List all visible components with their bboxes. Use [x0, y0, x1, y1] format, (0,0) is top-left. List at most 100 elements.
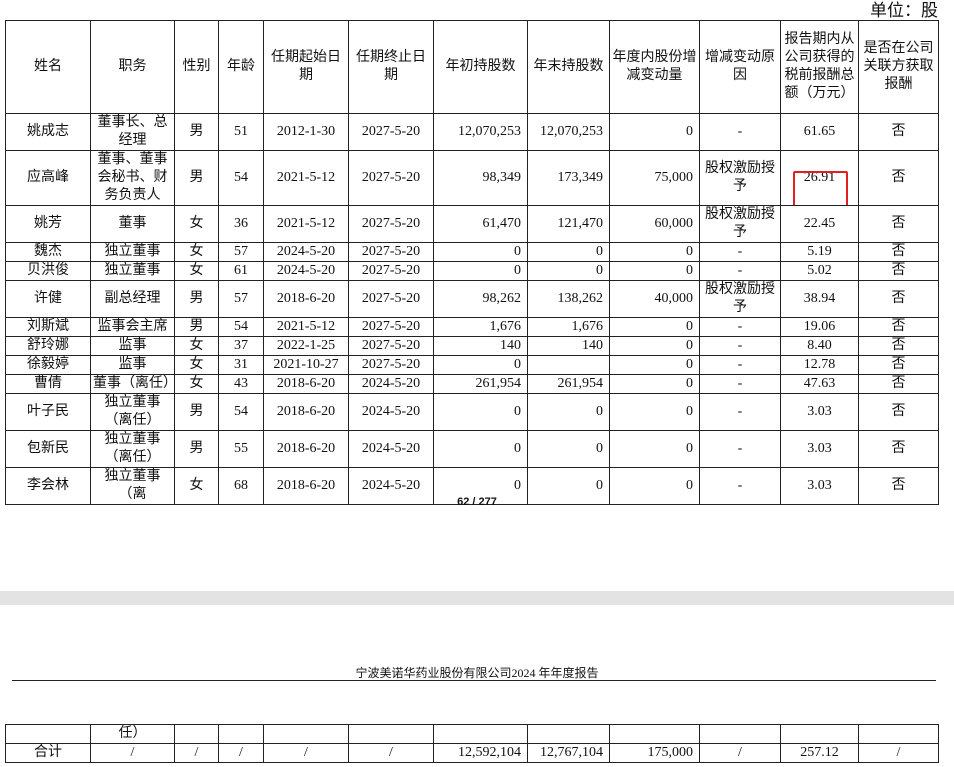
col-header-name: 姓名 — [5, 20, 91, 114]
cell-pay: 12.78 — [780, 355, 859, 375]
cell-gender: 女 — [174, 242, 219, 262]
cell-start: 2021-5-12 — [263, 317, 349, 337]
cell-age: 61 — [218, 261, 264, 281]
cell-end: 2024-5-20 — [348, 393, 434, 431]
total-row: 合计 / / / / / 12,592,104 12,767,104 175,0… — [5, 743, 939, 763]
cell-pay: 19.06 — [780, 317, 859, 337]
total-end: / — [348, 743, 434, 763]
cell-begin-shares: 61,470 — [433, 205, 528, 243]
table-row: 刘斯斌 监事会主席男 54 2021-5-12 2027-5-20 1,676 1,676 0… — [5, 317, 939, 337]
highlight-wrapper: 26.91 — [783, 169, 856, 205]
cell-name: 贝洪俊 — [5, 261, 91, 281]
cell-end: 2027-5-20 — [348, 280, 434, 318]
cell-pay: 26.91 — [780, 150, 859, 206]
cell-related: 否 — [858, 150, 939, 206]
cell-reason: - — [699, 317, 781, 337]
table-row: 应高峰 董事、董事会秘书、财务负责人男 54 2021-5-12 2027-5-20 98… — [5, 150, 939, 206]
total-reason: / — [699, 743, 781, 763]
running-header: 宁波美诺华药业股份有限公司2024 年年度报告 — [355, 666, 599, 680]
cell-change: 60,000 — [609, 205, 700, 243]
cell-change: 0 — [609, 336, 700, 356]
total-change: 175,000 — [609, 743, 700, 763]
executives-table: 姓名 职务 性别 年龄 任期起始日期 任期终止日期 年初持股数 年末持股数 年度… — [5, 20, 939, 505]
cell-reason: - — [699, 355, 781, 375]
cell-start: 2018-6-20 — [263, 374, 349, 394]
table-row: 贝洪俊 独立董事女 61 2024-5-20 2027-5-20 0 0 0-5.02 否 — [5, 261, 939, 281]
cell-position: 独立董事（离任） — [90, 393, 175, 431]
cell-gender: 男 — [174, 430, 219, 468]
cell-gender: 男 — [174, 393, 219, 431]
cell-change: 0 — [609, 430, 700, 468]
cell-pay: 22.45 — [780, 205, 859, 243]
cell-related: 否 — [858, 355, 939, 375]
col-header-begin-shares: 年初持股数 — [433, 20, 528, 114]
table-row: 舒玲娜 监事女 37 2022-1-25 2027-5-20 140 140 0-8.40 否 — [5, 336, 939, 356]
cell-name: 徐毅婷 — [5, 355, 91, 375]
col-header-position: 职务 — [90, 20, 175, 114]
cell-end: 2027-5-20 — [348, 150, 434, 206]
cell-start: 2024-5-20 — [263, 242, 349, 262]
cell-begin-shares: 0 — [433, 430, 528, 468]
cell-end-shares: 0 — [527, 430, 610, 468]
cell-end: 2027-5-20 — [348, 336, 434, 356]
cell-change: 0 — [609, 261, 700, 281]
cell-gender: 男 — [174, 113, 219, 151]
cell-begin-shares: 261,954 — [433, 374, 528, 394]
header-rule — [12, 680, 936, 681]
cell-pay: 3.03 — [780, 393, 859, 431]
cell-name: 许健 — [5, 280, 91, 318]
total-position: / — [90, 743, 175, 763]
cell-end: 2027-5-20 — [348, 113, 434, 151]
cell-related: 否 — [858, 430, 939, 468]
table-row: 包新民 独立董事（离任）男 55 2018-6-20 2024-5-20 0 0 0-3.03… — [5, 430, 939, 468]
continuation-table: 任） 合计 / / / / / 12,592,104 12,767,104 17… — [5, 724, 939, 763]
cell-end-shares: 121,470 — [527, 205, 610, 243]
cell-age: 51 — [218, 113, 264, 151]
cell-position-tail: 任） — [90, 724, 175, 744]
cell-name: 叶子民 — [5, 393, 91, 431]
cell-reason: - — [699, 374, 781, 394]
table-row: 曹倩 董事（离任）女 43 2018-6-20 2024-5-20 261,954 261,… — [5, 374, 939, 394]
cell-reason: 股权激励授予 — [699, 205, 781, 243]
unit-label: 单位：股 — [870, 1, 938, 20]
cell-change: 0 — [609, 317, 700, 337]
cell-name: 包新民 — [5, 430, 91, 468]
cell-pay: 38.94 — [780, 280, 859, 318]
total-begin-shares: 12,592,104 — [433, 743, 528, 763]
cell-pay: 5.02 — [780, 261, 859, 281]
cell-end-shares: 1,676 — [527, 317, 610, 337]
cell-related: 否 — [858, 317, 939, 337]
cell-end: 2024-5-20 — [348, 374, 434, 394]
cell-related: 否 — [858, 113, 939, 151]
cell-end-shares: 138,262 — [527, 280, 610, 318]
cell-begin-shares: 98,262 — [433, 280, 528, 318]
cell-age: 37 — [218, 336, 264, 356]
cell-start: 2018-6-20 — [263, 430, 349, 468]
cell-related: 否 — [858, 205, 939, 243]
table-row: 姚成志 董事长、总经理男 51 2012-1-30 2027-5-20 12,070,25… — [5, 113, 939, 151]
cell-end: 2024-5-20 — [348, 430, 434, 468]
cell-begin-shares: 0 — [433, 242, 528, 262]
cell-position: 独立董事 — [90, 242, 175, 262]
table-row: 魏杰 独立董事女 57 2024-5-20 2027-5-20 0 0 0-5.19 否 — [5, 242, 939, 262]
cell-end: 2027-5-20 — [348, 355, 434, 375]
cell-start: 2022-1-25 — [263, 336, 349, 356]
cell-start: 2018-6-20 — [263, 280, 349, 318]
cell-begin-shares: 0 — [433, 393, 528, 431]
cell-change: 0 — [609, 393, 700, 431]
cell-begin-shares: 0 — [433, 261, 528, 281]
cell-begin-shares: 1,676 — [433, 317, 528, 337]
cell-reason: - — [699, 430, 781, 468]
cell-name: 魏杰 — [5, 242, 91, 262]
cell-related: 否 — [858, 280, 939, 318]
page-gap — [0, 591, 954, 605]
total-related: / — [858, 743, 939, 763]
total-pay: 257.12 — [780, 743, 859, 763]
cell-position: 监事 — [90, 336, 175, 356]
cell-age: 54 — [218, 393, 264, 431]
col-header-gender: 性别 — [174, 20, 219, 114]
cell-end: 2027-5-20 — [348, 242, 434, 262]
cell-name: 姚成志 — [5, 113, 91, 151]
cell-start: 2021-10-27 — [263, 355, 349, 375]
cell-end: 2027-5-20 — [348, 261, 434, 281]
